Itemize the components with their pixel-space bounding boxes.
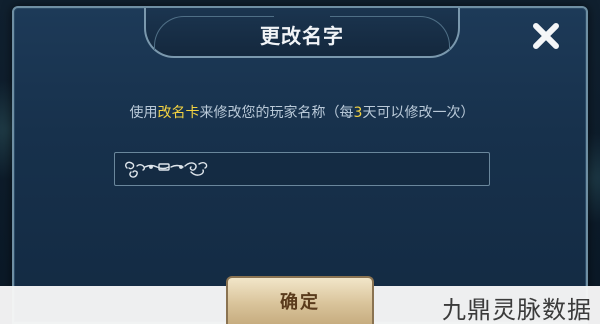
name-ornament-icon	[121, 154, 213, 184]
dialog-title: 更改名字	[260, 24, 344, 48]
close-icon	[531, 21, 561, 55]
close-button[interactable]	[526, 18, 566, 58]
instruction-middle: 来修改您的玩家名称（每	[199, 105, 354, 121]
player-name-input[interactable]	[114, 152, 490, 186]
instruction-suffix: 天可以修改一次）	[362, 105, 475, 121]
watermark-text: 九鼎灵脉数据	[442, 296, 592, 324]
confirm-label: 确定	[280, 292, 320, 313]
rename-card-name: 改名卡	[157, 105, 200, 121]
confirm-button[interactable]: 确定	[226, 276, 374, 324]
instruction-prefix: 使用	[129, 105, 158, 121]
rename-instruction: 使用改名卡来修改您的玩家名称（每3天可以修改一次）	[14, 102, 586, 122]
